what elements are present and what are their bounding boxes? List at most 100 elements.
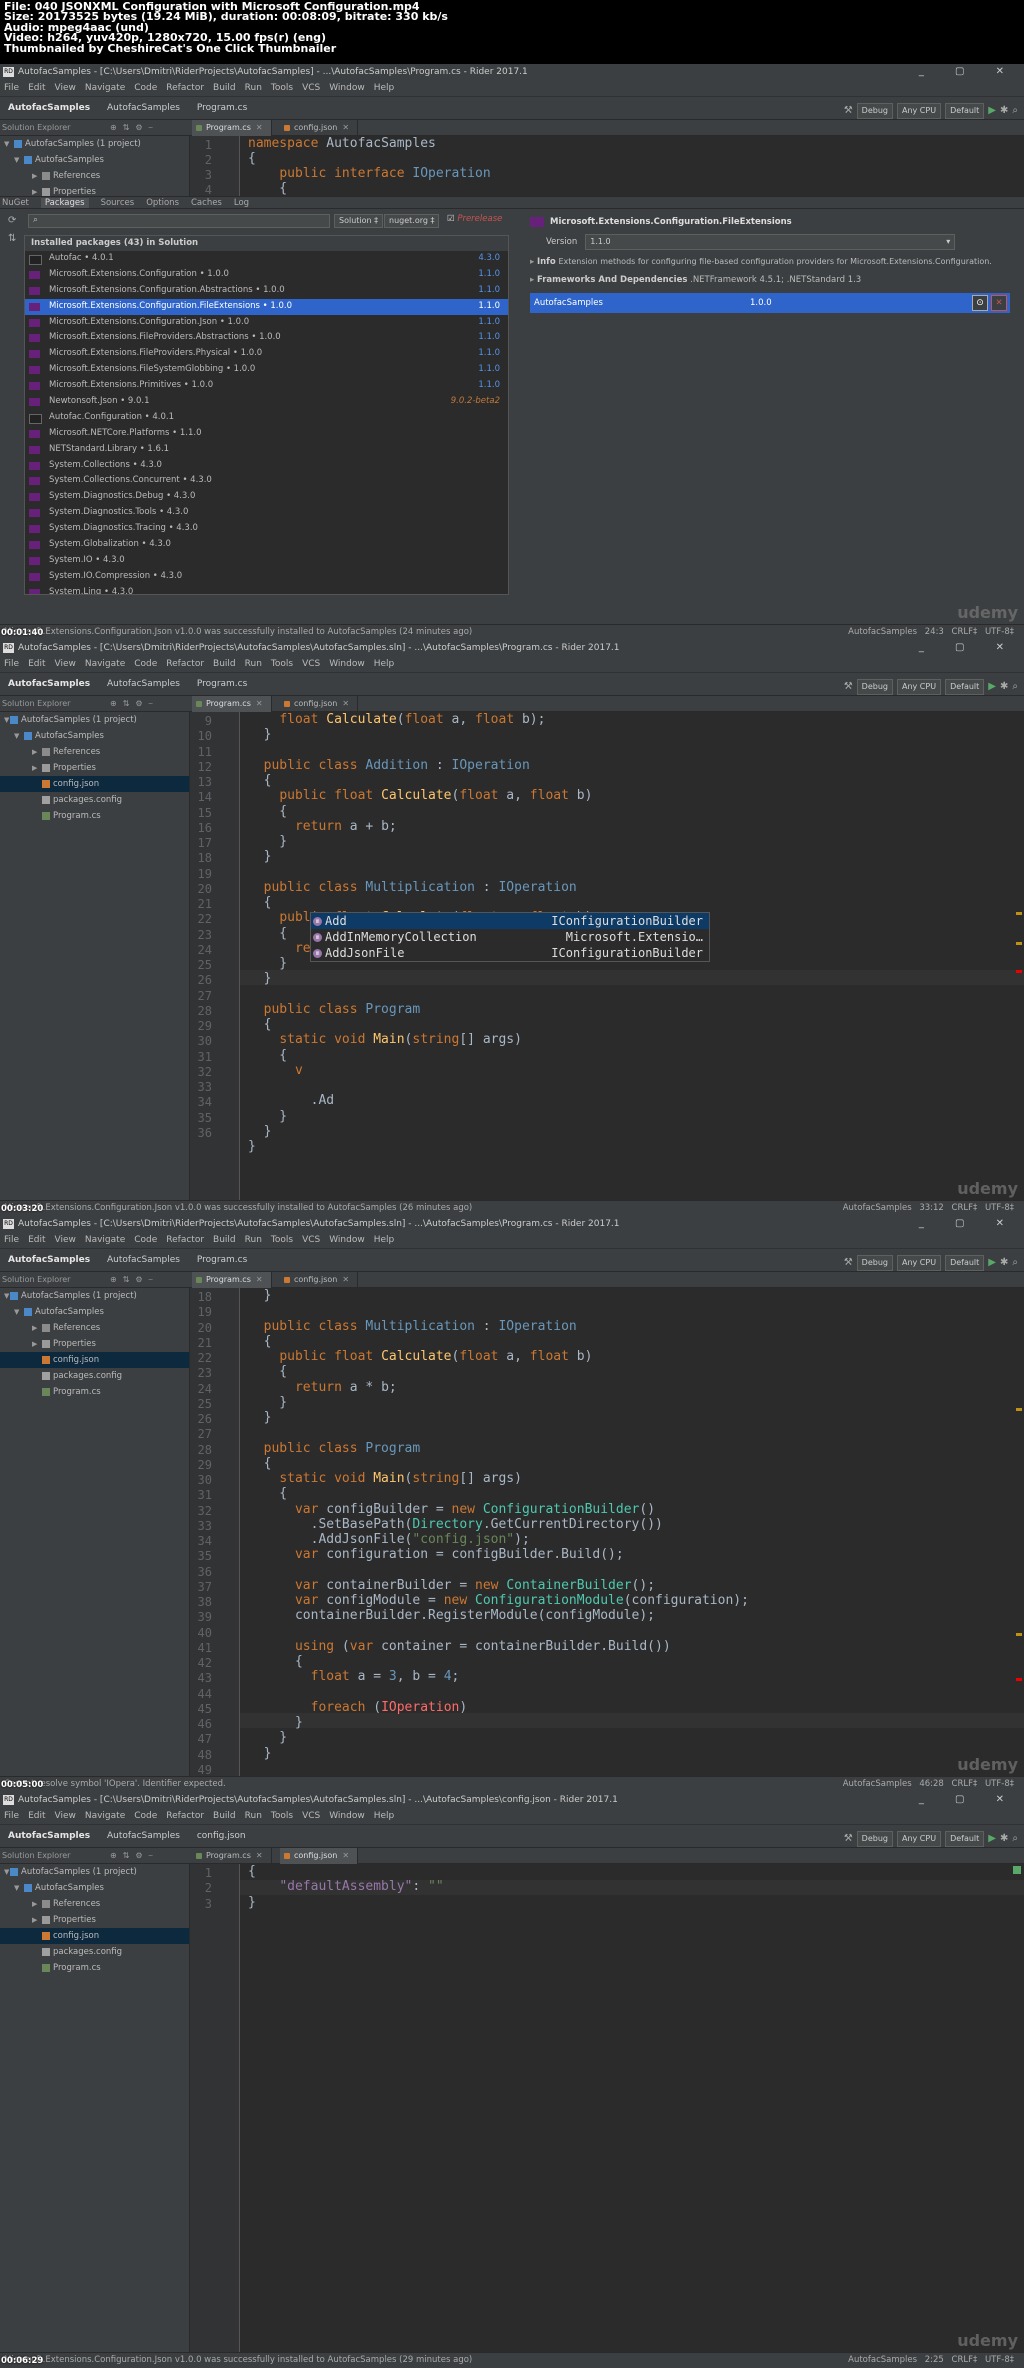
package-row[interactable]: Microsoft.Extensions.Primitives • 1.0.0 1… (25, 378, 508, 394)
window-controls[interactable]: _ ▢ ✕ (919, 1792, 1018, 1808)
explorer-toolbar-icons[interactable]: ⊕⇅⚙⎯ (110, 1272, 159, 1288)
code-editor[interactable]: 18 19 20 21 22 23 24 25 26 27 28 29 30 31 32 33 34 35 36 37… (190, 1288, 1024, 1777)
tree-references[interactable]: ▶ References (0, 1320, 189, 1336)
remove-icon[interactable]: ✕ (991, 295, 1007, 311)
completion-item-addjsonfile[interactable]: AddJsonFileIConfigurationBuilder (311, 945, 709, 961)
refresh-icon[interactable]: ⟳ (8, 215, 16, 226)
package-row[interactable]: System.Collections.Concurrent • 4.3.0 (25, 473, 508, 489)
menu-view[interactable]: View (55, 1235, 76, 1245)
menu-code[interactable]: Code (134, 1811, 157, 1821)
build-icon[interactable]: ⚒ (844, 100, 853, 122)
menu-view[interactable]: View (55, 659, 76, 669)
version-dropdown[interactable]: 1.1.0 ▾ (585, 234, 956, 250)
close-icon[interactable]: ✕ (256, 123, 263, 132)
code-editor[interactable]: 9 10 11 12 13 14 15 16 17 18 19 20 21 22 23 24 25 26 27 28 2… (190, 712, 1024, 1200)
package-row[interactable]: System.IO.Compression • 4.3.0 (25, 569, 508, 585)
breadcrumb-file[interactable]: Program.cs (197, 103, 247, 113)
tree-packages-config[interactable]: packages.config (0, 1944, 189, 1960)
menu-build[interactable]: Build (213, 83, 236, 93)
menu-file[interactable]: File (4, 659, 19, 669)
search-icon[interactable]: ⌕ (1012, 676, 1018, 698)
menu-vcs[interactable]: VCS (302, 1235, 320, 1245)
tree-references[interactable]: ▶ References (0, 168, 189, 184)
package-row[interactable]: Microsoft.Extensions.FileProviders.Physi… (25, 346, 508, 362)
window-controls[interactable]: _ ▢ ✕ (919, 640, 1018, 656)
breadcrumb-solution[interactable]: AutofacSamples (8, 103, 90, 113)
menu-help[interactable]: Help (374, 659, 395, 669)
menu-window[interactable]: Window (329, 83, 365, 93)
prerelease-checkbox[interactable]: ☑ Prerelease (447, 214, 502, 224)
tree-project[interactable]: ▼ AutofacSamples (0, 1880, 189, 1896)
target-dropdown[interactable]: Default (945, 1831, 985, 1847)
explorer-toolbar-icons[interactable]: ⊕⇅⚙⎯ (110, 696, 159, 712)
menu-file[interactable]: File (4, 1235, 19, 1245)
debug-icon[interactable]: ✱ (1000, 1828, 1008, 1850)
platform-dropdown[interactable]: Any CPU (896, 679, 942, 695)
tab-config-json[interactable]: config.json ✕ (280, 696, 359, 712)
tree-program-cs[interactable]: Program.cs (0, 808, 189, 824)
package-row[interactable]: NETStandard.Library • 1.6.1 (25, 442, 508, 458)
window-controls[interactable]: _ ▢ ✕ (919, 64, 1018, 80)
package-row[interactable]: System.Diagnostics.Tools • 4.3.0 (25, 505, 508, 521)
close-icon[interactable]: ✕ (256, 699, 263, 708)
menu-edit[interactable]: Edit (28, 1235, 45, 1245)
platform-dropdown[interactable]: Any CPU (896, 1831, 942, 1847)
menu-window[interactable]: Window (329, 1811, 365, 1821)
menu-run[interactable]: Run (245, 1811, 262, 1821)
breadcrumb-project[interactable]: AutofacSamples (107, 1255, 180, 1265)
project-install-row[interactable]: AutofacSamples 1.0.0 ⊙ ✕ (530, 293, 1010, 313)
code-editor[interactable]: 123 { "defaultAssembly": "" } (190, 1864, 1024, 2352)
config-dropdown[interactable]: Debug (856, 1831, 893, 1847)
menu-edit[interactable]: Edit (28, 1811, 45, 1821)
menu-build[interactable]: Build (213, 1235, 236, 1245)
tree-properties[interactable]: ▶ Properties (0, 1336, 189, 1352)
tree-solution[interactable]: ▼ AutofacSamples (1 project) (0, 136, 189, 152)
config-dropdown[interactable]: Debug (856, 679, 893, 695)
menu-refactor[interactable]: Refactor (166, 659, 204, 669)
source-dropdown[interactable]: nuget.org ‡ (384, 214, 440, 228)
tree-program-cs[interactable]: Program.cs (0, 1960, 189, 1976)
close-icon[interactable]: ✕ (256, 1275, 263, 1284)
breadcrumb-project[interactable]: AutofacSamples (107, 1831, 180, 1841)
menu-build[interactable]: Build (213, 1811, 236, 1821)
package-row[interactable]: System.Diagnostics.Debug • 4.3.0 (25, 489, 508, 505)
tab-config-json[interactable]: config.json ✕ (280, 1848, 359, 1864)
menu-refactor[interactable]: Refactor (166, 1235, 204, 1245)
build-icon[interactable]: ⚒ (844, 1828, 853, 1850)
menu-window[interactable]: Window (329, 1235, 365, 1245)
explorer-toolbar-icons[interactable]: ⊕⇅⚙⎯ (110, 1848, 159, 1864)
run-icon[interactable]: ▶ (988, 1252, 996, 1274)
menu-file[interactable]: File (4, 1811, 19, 1821)
tree-project[interactable]: ▼ AutofacSamples (0, 1304, 189, 1320)
tree-project[interactable]: ▼ AutofacSamples (0, 728, 189, 744)
menu-code[interactable]: Code (134, 659, 157, 669)
package-search-input[interactable]: ⌕ (28, 214, 330, 228)
platform-dropdown[interactable]: Any CPU (896, 103, 942, 119)
tree-config-json[interactable]: config.json (0, 1352, 189, 1368)
tab-program-cs[interactable]: Program.cs ✕ (192, 1848, 272, 1864)
upgrade-icon[interactable]: ⊙ (972, 295, 988, 311)
tree-config-json[interactable]: config.json (0, 1928, 189, 1944)
menu-edit[interactable]: Edit (28, 659, 45, 669)
nuget-tab-sources[interactable]: Sources (101, 198, 135, 208)
menu-help[interactable]: Help (374, 1235, 395, 1245)
tree-program-cs[interactable]: Program.cs (0, 1384, 189, 1400)
nuget-tab-nuget[interactable]: NuGet (2, 198, 29, 208)
menu-tools[interactable]: Tools (271, 1235, 293, 1245)
breadcrumb-file[interactable]: Program.cs (197, 679, 247, 689)
tab-program-cs[interactable]: Program.cs ✕ (192, 1272, 272, 1288)
menu-help[interactable]: Help (374, 1811, 395, 1821)
menu-help[interactable]: Help (374, 83, 395, 93)
tree-solution[interactable]: ▼ AutofacSamples (1 project) (0, 1288, 189, 1304)
breadcrumb-file[interactable]: Program.cs (197, 1255, 247, 1265)
menu-tools[interactable]: Tools (271, 1811, 293, 1821)
tab-program-cs[interactable]: Program.cs ✕ (192, 120, 272, 136)
menu-build[interactable]: Build (213, 659, 236, 669)
window-controls[interactable]: _ ▢ ✕ (919, 1216, 1018, 1232)
tree-properties[interactable]: ▶ Properties (0, 1912, 189, 1928)
build-icon[interactable]: ⚒ (844, 1252, 853, 1274)
menu-tools[interactable]: Tools (271, 83, 293, 93)
search-icon[interactable]: ⌕ (1012, 1252, 1018, 1274)
breadcrumb-solution[interactable]: AutofacSamples (8, 1831, 90, 1841)
menu-navigate[interactable]: Navigate (85, 659, 125, 669)
